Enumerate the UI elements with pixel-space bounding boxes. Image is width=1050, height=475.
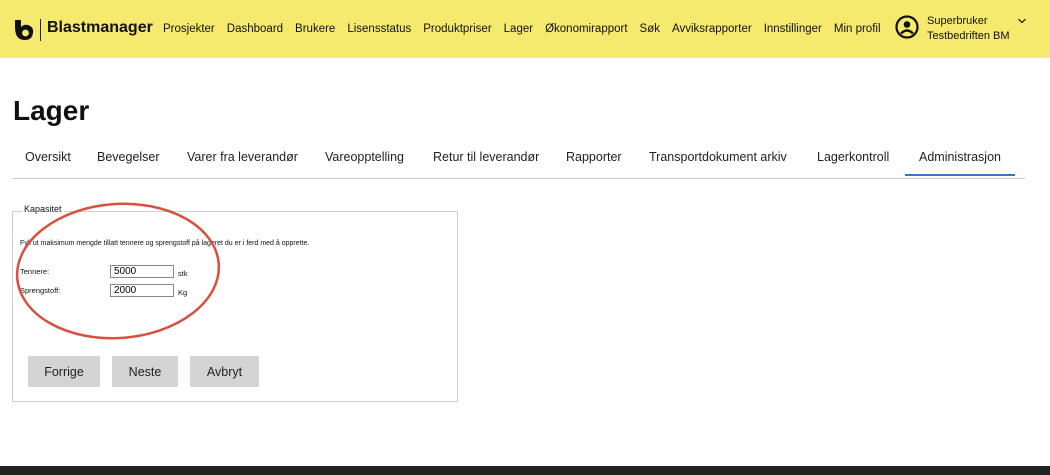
chevron-down-icon[interactable] bbox=[1017, 17, 1027, 25]
sprengstoff-input[interactable] bbox=[110, 284, 174, 297]
main-nav: Prosjekter Dashboard Brukere Lisensstatu… bbox=[163, 23, 881, 35]
nav-item-lager[interactable]: Lager bbox=[504, 23, 533, 35]
page-title: Lager bbox=[13, 95, 90, 126]
top-navigation-bar: Blastmanager Prosjekter Dashboard Bruker… bbox=[0, 0, 1050, 58]
nav-item-dashboard[interactable]: Dashboard bbox=[227, 23, 283, 35]
nav-item-avviksrapporter[interactable]: Avviksrapporter bbox=[672, 23, 752, 35]
tab-vareopptelling[interactable]: Vareopptelling bbox=[325, 150, 404, 164]
tab-oversikt[interactable]: Oversikt bbox=[25, 150, 71, 164]
user-company: Testbedriften BM bbox=[927, 30, 1010, 42]
nav-item-brukere[interactable]: Brukere bbox=[295, 23, 335, 35]
user-role: Superbruker bbox=[927, 15, 988, 27]
nav-item-produktpriser[interactable]: Produktpriser bbox=[423, 23, 491, 35]
tab-transportdokument-arkiv[interactable]: Transportdokument arkiv bbox=[649, 150, 787, 164]
tab-lagerkontroll[interactable]: Lagerkontroll bbox=[817, 150, 889, 164]
tab-bar: Oversikt Bevegelser Varer fra leverandør… bbox=[13, 150, 1025, 179]
logo-separator bbox=[40, 19, 41, 41]
previous-button[interactable]: Forrige bbox=[28, 356, 100, 387]
form-intro-text: Fyll ut maksimum mengde tillatt tennere … bbox=[20, 240, 310, 247]
footer-bar bbox=[0, 466, 1050, 475]
nav-item-innstillinger[interactable]: Innstillinger bbox=[764, 23, 822, 35]
nav-item-sok[interactable]: Søk bbox=[640, 23, 660, 35]
nav-item-okonomirapport[interactable]: Økonomirapport bbox=[545, 23, 627, 35]
tab-bevegelser[interactable]: Bevegelser bbox=[97, 150, 160, 164]
tab-varer-fra-leverandor[interactable]: Varer fra leverandør bbox=[187, 150, 298, 164]
tab-retur-til-leverandor[interactable]: Retur til leverandør bbox=[433, 150, 539, 164]
fieldset-legend: Kapasitet bbox=[22, 204, 64, 214]
cancel-button[interactable]: Avbryt bbox=[190, 356, 259, 387]
next-button[interactable]: Neste bbox=[112, 356, 178, 387]
blastmanager-logo-icon[interactable] bbox=[12, 18, 36, 42]
nav-item-lisensstatus[interactable]: Lisensstatus bbox=[347, 23, 411, 35]
brand-name[interactable]: Blastmanager bbox=[47, 19, 153, 37]
tab-rapporter[interactable]: Rapporter bbox=[566, 150, 622, 164]
sprengstoff-label: Sprengstoff: bbox=[20, 286, 61, 295]
user-circle-icon[interactable] bbox=[895, 15, 919, 39]
tennere-label: Tennere: bbox=[20, 267, 50, 276]
tab-administrasjon[interactable]: Administrasjon bbox=[905, 150, 1015, 176]
nav-item-min-profil[interactable]: Min profil bbox=[834, 23, 881, 35]
user-menu[interactable]: Superbruker Testbedriften BM bbox=[927, 14, 1010, 44]
tennere-input[interactable] bbox=[110, 265, 174, 278]
nav-item-prosjekter[interactable]: Prosjekter bbox=[163, 23, 215, 35]
sprengstoff-unit: Kg bbox=[178, 288, 188, 297]
tennere-unit: stk bbox=[178, 269, 188, 278]
